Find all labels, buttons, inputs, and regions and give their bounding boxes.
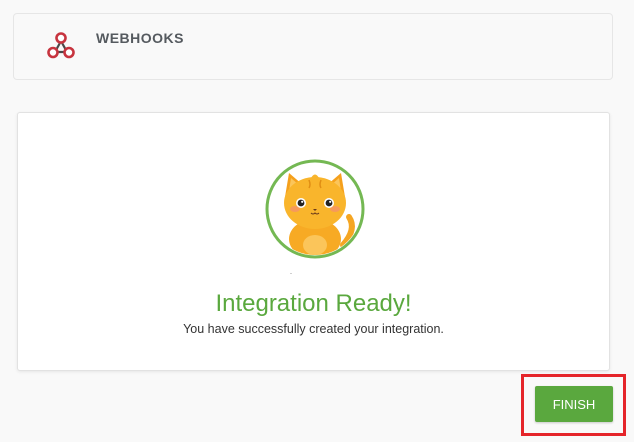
integration-status-card: Integration Ready! You have successfully… xyxy=(17,112,610,371)
cat-mascot-icon xyxy=(265,159,365,259)
integration-header-card: WEBHOOKS xyxy=(13,13,613,80)
webhooks-icon xyxy=(46,30,76,60)
status-title: Integration Ready! xyxy=(215,290,412,317)
status-message: You have successfully created your integ… xyxy=(183,322,444,336)
divider-dot xyxy=(290,273,292,274)
finish-button[interactable]: FINISH xyxy=(535,386,613,422)
integration-type-title: WEBHOOKS xyxy=(96,30,184,46)
